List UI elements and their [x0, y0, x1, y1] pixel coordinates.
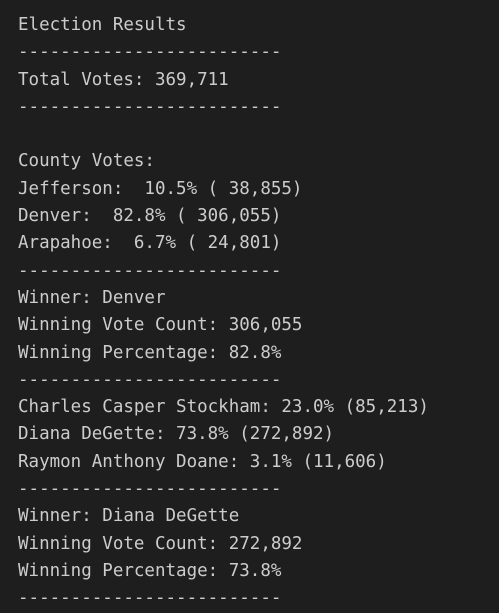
- county-line-jefferson: Jefferson: 10.5% ( 38,855): [18, 178, 303, 199]
- candidate-winning-percentage-line: Winning Percentage: 73.8%: [18, 560, 282, 581]
- divider-line: -------------------------: [18, 369, 282, 390]
- county-winning-percentage-line: Winning Percentage: 82.8%: [18, 342, 282, 363]
- divider-line: -------------------------: [18, 588, 282, 609]
- candidate-line-degette: Diana DeGette: 73.8% (272,892): [18, 424, 335, 445]
- candidate-line-doane: Raymon Anthony Doane: 3.1% (11,606): [18, 451, 387, 472]
- candidate-winning-count-line: Winning Vote Count: 272,892: [18, 533, 303, 554]
- divider-line: -------------------------: [18, 479, 282, 500]
- results-title: Election Results: [18, 15, 187, 35]
- divider-line: -------------------------: [18, 96, 282, 117]
- county-winning-count-line: Winning Vote Count: 306,055: [18, 315, 303, 336]
- terminal-output: Election Results -----------------------…: [0, 0, 499, 611]
- divider-line: -------------------------: [18, 260, 282, 281]
- total-votes-line: Total Votes: 369,711: [18, 69, 229, 90]
- county-line-denver: Denver: 82.8% ( 306,055): [18, 206, 282, 227]
- candidate-winner-line: Winner: Diana DeGette: [18, 506, 240, 527]
- county-votes-header: County Votes:: [18, 151, 155, 172]
- divider-line: -------------------------: [18, 42, 282, 63]
- county-winner-line: Winner: Denver: [18, 287, 166, 308]
- candidate-line-stockham: Charles Casper Stockham: 23.0% (85,213): [18, 397, 429, 418]
- county-line-arapahoe: Arapahoe: 6.7% ( 24,801): [18, 233, 282, 254]
